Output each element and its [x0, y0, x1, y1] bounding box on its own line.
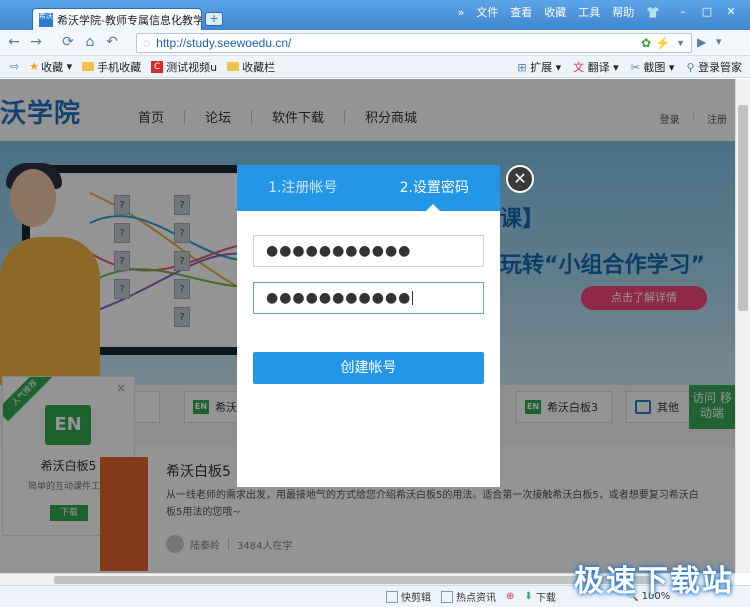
window-controls: – □ ✕	[672, 4, 742, 20]
bookmarks-bar: ⇨ ★ 收藏 ▾ 手机收藏 C 测试视频u 收藏栏 ⊞ 扩展 ▾ 文 翻译 ▾ ✂ …	[0, 56, 750, 78]
minimize-button[interactable]: –	[672, 4, 694, 20]
modal-close-button[interactable]: ✕	[506, 165, 534, 193]
confirm-password-field[interactable]: ●●●●●●●●●●●	[253, 282, 484, 314]
toolbar-menu-icon[interactable]: ▾	[716, 35, 722, 48]
vertical-scroll-thumb[interactable]	[738, 105, 748, 311]
horizontal-scroll-thumb[interactable]	[54, 576, 660, 584]
key-icon: ⚲	[686, 60, 695, 74]
close-window-button[interactable]: ✕	[720, 4, 742, 20]
browser-menu: » 文件 查看 收藏 工具 帮助 👕 – □ ✕	[458, 4, 742, 20]
browser-tab[interactable]: 希沃 希沃学院-教师专属信息化教学 ×	[32, 8, 202, 30]
new-tab-button[interactable]: +	[205, 12, 223, 26]
login-manager-button[interactable]: ⚲ 登录管家	[686, 59, 742, 75]
speed-mode-icon[interactable]: ⚡	[655, 36, 670, 50]
extensions-button[interactable]: ⊞ 扩展 ▾	[517, 59, 561, 75]
home-icon[interactable]: ⌂	[82, 34, 98, 50]
vertical-scrollbar[interactable]	[735, 79, 750, 573]
back-icon[interactable]: ←	[6, 34, 22, 50]
hot-news-button[interactable]: 热点资讯	[441, 589, 496, 604]
text-cursor	[412, 291, 414, 305]
refresh-icon[interactable]: ⟳	[60, 34, 76, 50]
folder-icon	[82, 62, 95, 71]
create-account-button[interactable]: 创建帐号	[253, 352, 484, 384]
translate-icon: 文	[573, 60, 585, 74]
download-button[interactable]: ⬇ 下载	[524, 589, 556, 604]
bookmark-favorites[interactable]: ★ 收藏 ▾	[29, 59, 72, 75]
active-step-caret	[426, 204, 440, 211]
news-icon	[441, 590, 453, 603]
menu-help[interactable]: 帮助	[612, 4, 634, 20]
grid-icon: ⊞	[517, 60, 527, 74]
bookmark-mobile[interactable]: 手机收藏	[82, 59, 141, 75]
screenshot-button[interactable]: ✂ 截图 ▾	[631, 59, 675, 75]
password-field[interactable]: ●●●●●●●●●●●	[253, 235, 484, 267]
scissor-icon	[386, 590, 398, 603]
globe-icon: ◌	[143, 36, 151, 50]
menu-expand-icon[interactable]: »	[458, 6, 465, 19]
watermark: 极速下载站	[574, 564, 734, 599]
menu-view[interactable]: 查看	[510, 4, 532, 20]
menu-tools[interactable]: 工具	[578, 4, 600, 20]
menu-favorites[interactable]: 收藏	[544, 4, 566, 20]
download-arrow-icon: ⬇	[524, 591, 533, 602]
address-dropdown-icon[interactable]: ▼	[676, 38, 685, 48]
site-favicon: 希沃	[39, 12, 53, 27]
c-icon: C	[151, 60, 164, 73]
folder-icon	[227, 62, 240, 71]
quick-edit-button[interactable]: 快剪辑	[386, 589, 431, 604]
translate-button[interactable]: 文 翻译 ▾	[573, 59, 619, 75]
bookmark-test-video[interactable]: C 测试视频u	[151, 59, 217, 75]
add-icon[interactable]: ⊕	[506, 591, 514, 602]
maximize-button[interactable]: □	[696, 4, 718, 20]
sidebar-toggle-icon[interactable]: ⇨	[10, 60, 19, 73]
star-icon: ★	[29, 60, 40, 73]
register-modal: 1.注册帐号 2.设置密码 ●●●●●●●●●●● ●●●●●●●●●●● 创建…	[237, 165, 500, 487]
bookmark-bar-folder[interactable]: 收藏栏	[227, 59, 275, 75]
scissors-icon: ✂	[630, 60, 640, 74]
tab-title: 希沃学院-教师专属信息化教学	[57, 13, 202, 27]
url-text: http://study.seewoedu.cn/	[156, 36, 292, 50]
menu-file[interactable]: 文件	[476, 4, 498, 20]
play-icon[interactable]: ▶	[697, 35, 706, 49]
skin-icon[interactable]: 👕	[646, 6, 660, 19]
loading-icon: ✿	[641, 36, 652, 50]
web-page: 沃学院 首页 论坛 软件下载 积分商城 登录 | 注册 ? ? ? ? ? ? …	[0, 79, 735, 573]
modal-steps: 1.注册帐号 2.设置密码	[237, 165, 500, 211]
step-register-account[interactable]: 1.注册帐号	[237, 165, 369, 211]
address-bar[interactable]: ◌ http://study.seewoedu.cn/ ✿ ⚡ ▼	[136, 33, 692, 53]
forward-icon[interactable]: →	[28, 34, 44, 50]
undo-icon[interactable]: ↶	[104, 34, 120, 50]
